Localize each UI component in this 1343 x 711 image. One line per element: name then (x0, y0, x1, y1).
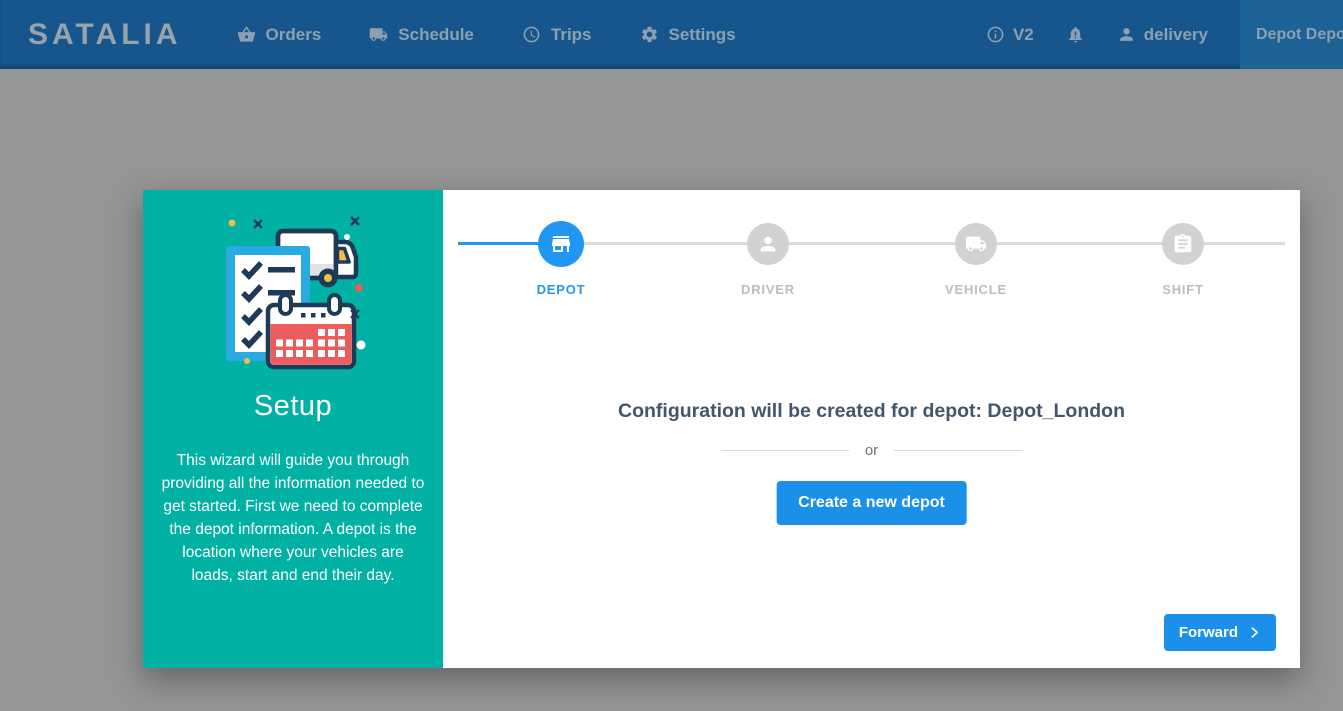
top-navbar: SATALIA Orders Schedule Trips Settings V… (0, 0, 1343, 69)
config-heading: Configuration will be created for depot:… (443, 400, 1300, 423)
wizard-content: DEPOT DRIVER VEHICLE SHIFT Configuration… (443, 190, 1300, 668)
nav-item-settings[interactable]: Settings (640, 25, 736, 45)
wizard-description: This wizard will guide you through provi… (160, 449, 426, 587)
version-label: V2 (1013, 25, 1034, 45)
depot-selector[interactable]: Depot Depot (1240, 0, 1343, 69)
step-label-depot: DEPOT (491, 282, 631, 297)
person-icon (1117, 25, 1136, 44)
nav-label-settings: Settings (669, 25, 736, 45)
forward-button-label: Forward (1179, 624, 1238, 641)
satalia-logo[interactable]: SATALIA (28, 18, 182, 52)
info-icon (986, 25, 1005, 44)
version-indicator[interactable]: V2 (986, 25, 1034, 45)
or-divider: or (721, 442, 1023, 459)
nav-label-orders: Orders (266, 25, 322, 45)
gear-icon (640, 25, 659, 44)
nav-item-schedule[interactable]: Schedule (369, 25, 474, 45)
user-menu[interactable]: delivery (1117, 25, 1208, 45)
step-label-vehicle: VEHICLE (906, 282, 1046, 297)
wizard-sidebar: Setup This wizard will guide you through… (143, 190, 443, 668)
setup-wizard-modal: Setup This wizard will guide you through… (143, 190, 1300, 668)
chevron-right-icon (1248, 626, 1261, 639)
storefront-icon (549, 232, 573, 256)
nav-item-orders[interactable]: Orders (237, 25, 322, 45)
step-driver[interactable] (747, 223, 789, 265)
step-label-shift: SHIFT (1113, 282, 1253, 297)
step-shift[interactable] (1162, 223, 1204, 265)
truck-icon (965, 233, 987, 255)
depot-selector-label: Depot Depot (1256, 26, 1343, 44)
step-vehicle[interactable] (955, 223, 997, 265)
navbar-right: V2 delivery Depot Depot (986, 0, 1343, 69)
or-label: or (865, 442, 878, 459)
notifications-button[interactable] (1066, 25, 1085, 44)
wizard-title: Setup (143, 390, 443, 423)
nav-item-trips[interactable]: Trips (522, 25, 592, 45)
create-depot-button[interactable]: Create a new depot (776, 481, 967, 525)
main-nav: Orders Schedule Trips Settings (237, 25, 736, 45)
user-label: delivery (1144, 25, 1208, 45)
forward-button[interactable]: Forward (1164, 614, 1276, 651)
clock-icon (522, 25, 541, 44)
basket-icon (237, 25, 256, 44)
divider-line (894, 450, 1022, 451)
checklist-truck-calendar-illustration (218, 215, 368, 375)
clipboard-icon (1172, 233, 1194, 255)
person-icon (757, 233, 779, 255)
nav-label-trips: Trips (551, 25, 592, 45)
step-depot[interactable] (538, 221, 584, 267)
step-label-driver: DRIVER (698, 282, 838, 297)
divider-line (721, 450, 849, 451)
truck-icon (369, 25, 388, 44)
nav-label-schedule: Schedule (398, 25, 474, 45)
alert-bell-icon (1066, 25, 1085, 44)
